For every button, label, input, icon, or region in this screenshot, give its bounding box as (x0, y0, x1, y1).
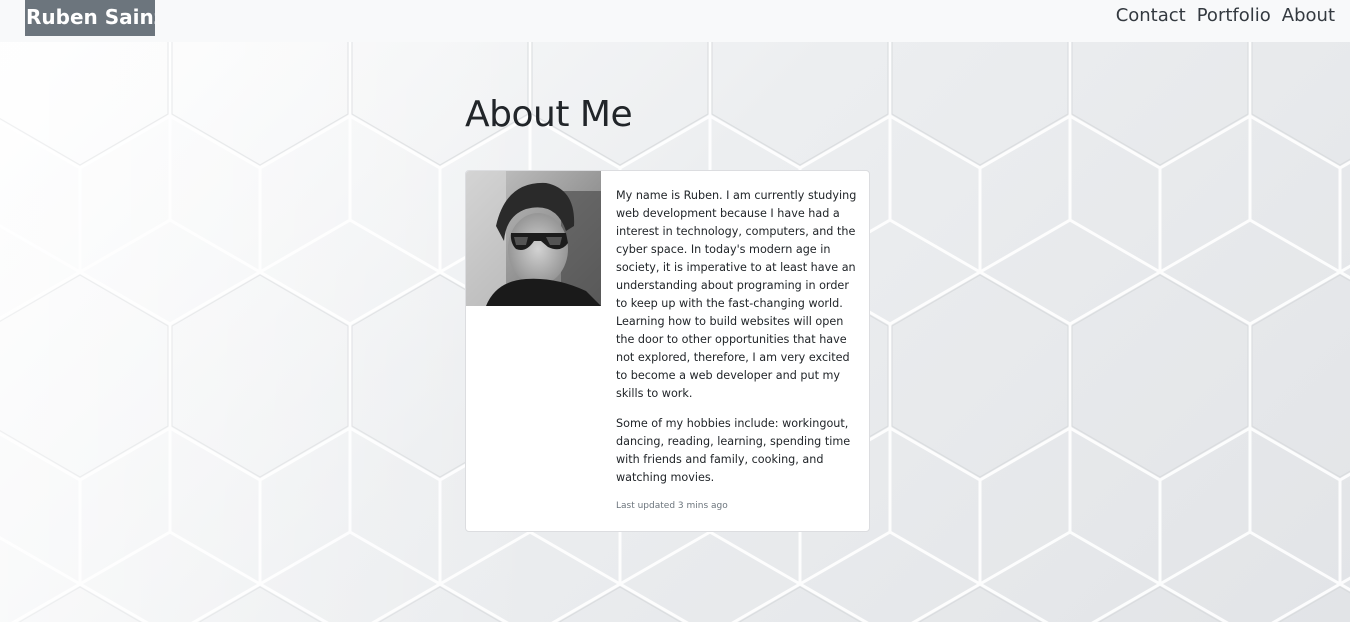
card-body: My name is Ruben. I am currently studyin… (616, 187, 858, 513)
hobbies-paragraph: Some of my hobbies include: workingout, … (616, 417, 851, 484)
nav-link-portfolio[interactable]: Portfolio (1197, 4, 1271, 28)
nav-links: Contact Portfolio About (1116, 4, 1335, 28)
about-card: My name is Ruben. I am currently studyin… (465, 170, 870, 532)
nav-link-about[interactable]: About (1282, 4, 1335, 28)
profile-photo (466, 171, 601, 306)
nav-link-contact[interactable]: Contact (1116, 4, 1186, 28)
navbar: Ruben Sainz Contact Portfolio About (0, 0, 1350, 42)
profile-photo-icon (466, 171, 601, 306)
about-paragraph: My name is Ruben. I am currently studyin… (616, 189, 857, 400)
brand-logo-link[interactable]: Ruben Sainz (25, 0, 155, 36)
last-updated-text: Last updated 3 mins ago (616, 501, 728, 511)
page-title: About Me (465, 94, 633, 135)
